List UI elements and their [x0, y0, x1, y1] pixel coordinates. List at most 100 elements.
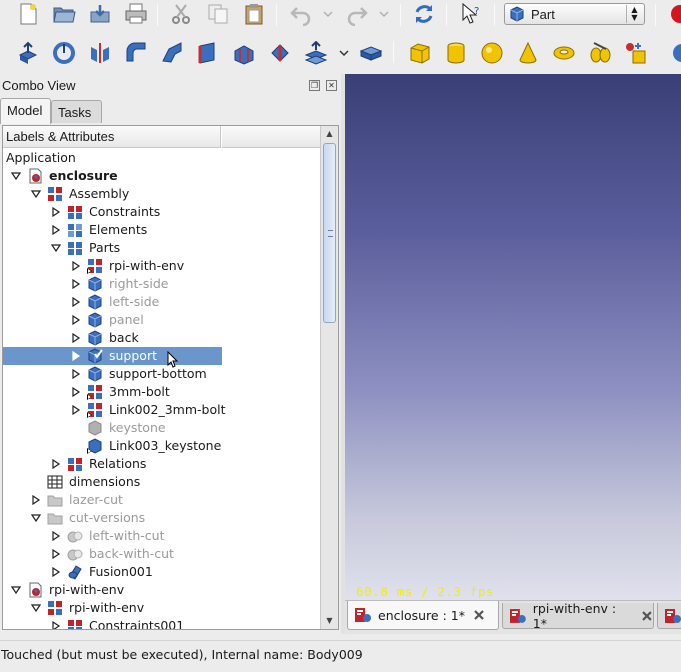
expand-arrow-icon[interactable]: [71, 369, 81, 379]
copy-icon[interactable]: [205, 1, 231, 27]
combo-view-title: Combo View: [2, 78, 76, 93]
close-panel-icon[interactable]: ✕: [326, 80, 337, 91]
tree-scrollbar[interactable]: ▲ ▼: [320, 126, 338, 629]
sphere-primitive-icon[interactable]: [479, 40, 505, 66]
paste-icon[interactable]: [241, 1, 267, 27]
expand-arrow-icon[interactable]: [71, 351, 81, 361]
tree-item[interactable]: support-bottom: [3, 365, 321, 383]
tree-item[interactable]: Link003_keystone: [3, 437, 321, 455]
fillet-icon[interactable]: [123, 40, 149, 66]
redo-icon[interactable]: [344, 1, 370, 27]
open-folder-icon[interactable]: [51, 1, 77, 27]
expand-arrow-icon[interactable]: [71, 315, 81, 325]
cross-section-icon[interactable]: [231, 40, 257, 66]
doc-tab-enclosure[interactable]: enclosure : 1*: [347, 601, 499, 630]
expand-arrow-icon[interactable]: [71, 387, 81, 397]
tree-item[interactable]: lazer-cut: [3, 491, 321, 509]
refresh-icon[interactable]: [411, 1, 437, 27]
tree-item[interactable]: rpi-with-env: [3, 581, 321, 599]
tree-item[interactable]: left-with-cut: [3, 527, 321, 545]
collapse-arrow-icon[interactable]: [31, 189, 41, 199]
print-icon[interactable]: [123, 1, 149, 27]
scroll-up-icon[interactable]: ▲: [322, 127, 337, 141]
tree-column-header[interactable]: Labels & Attributes: [3, 126, 221, 148]
scroll-thumb[interactable]: [323, 143, 336, 323]
offset-dropdown-icon[interactable]: [338, 40, 350, 66]
collapse-arrow-icon[interactable]: [11, 171, 21, 181]
tree-item[interactable]: Relations: [3, 455, 321, 473]
expand-arrow-icon[interactable]: [31, 495, 41, 505]
mirror-icon[interactable]: [87, 40, 113, 66]
close-tab-icon[interactable]: [473, 609, 485, 621]
extrude-icon[interactable]: [15, 40, 41, 66]
doc-tab-rpi-with-env[interactable]: rpi-with-env : 1*: [502, 601, 654, 631]
tree-item[interactable]: Fusion001: [3, 563, 321, 581]
3d-view[interactable]: 60.8 ms / 2.3 fps: [345, 74, 681, 600]
tree-item[interactable]: back: [3, 329, 321, 347]
tree-item[interactable]: left-side: [3, 293, 321, 311]
cone-primitive-icon[interactable]: [515, 40, 541, 66]
tree-item[interactable]: rpi-with-env: [3, 599, 321, 617]
close-tab-icon[interactable]: [641, 610, 653, 622]
revolve-icon[interactable]: [51, 40, 77, 66]
expand-arrow-icon[interactable]: [51, 459, 61, 469]
expand-arrow-icon[interactable]: [71, 279, 81, 289]
primitives-icon[interactable]: [623, 40, 649, 66]
tree-item[interactable]: support: [3, 347, 321, 365]
thickness-icon[interactable]: [358, 40, 384, 66]
new-document-icon[interactable]: [15, 1, 41, 27]
expand-arrow-icon[interactable]: [51, 225, 61, 235]
expand-arrow-icon[interactable]: [51, 567, 61, 577]
doc-tab-overflow[interactable]: [657, 603, 681, 629]
tree-item[interactable]: 3mm-bolt: [3, 383, 321, 401]
expand-arrow-icon[interactable]: [51, 621, 61, 630]
tree-item[interactable]: panel: [3, 311, 321, 329]
expand-arrow-icon[interactable]: [51, 207, 61, 217]
tree-item[interactable]: right-side: [3, 275, 321, 293]
tab-model[interactable]: Model: [0, 98, 51, 124]
tree-item[interactable]: Parts: [3, 239, 321, 257]
float-panel-icon[interactable]: ❐: [309, 80, 320, 91]
expand-arrow-icon[interactable]: [71, 333, 81, 343]
expand-arrow-icon[interactable]: [51, 531, 61, 541]
expand-arrow-icon[interactable]: [71, 261, 81, 271]
collapse-arrow-icon[interactable]: [51, 243, 61, 253]
tree-item[interactable]: rpi-with-env: [3, 257, 321, 275]
tree-item[interactable]: Link002_3mm-bolt: [3, 401, 321, 419]
undo-dropdown-icon[interactable]: [322, 1, 334, 27]
undo-icon[interactable]: [288, 1, 314, 27]
collapse-arrow-icon[interactable]: [31, 513, 41, 523]
expand-arrow-icon[interactable]: [51, 549, 61, 559]
expand-arrow-icon[interactable]: [71, 297, 81, 307]
tab-tasks[interactable]: Tasks: [51, 100, 102, 123]
tube-primitive-icon[interactable]: [587, 40, 613, 66]
chamfer-icon[interactable]: [159, 40, 185, 66]
redo-dropdown-icon[interactable]: [378, 1, 390, 27]
save-icon[interactable]: [87, 1, 113, 27]
section-icon[interactable]: [195, 40, 221, 66]
collapse-arrow-icon[interactable]: [11, 585, 21, 595]
scroll-down-icon[interactable]: ▼: [322, 614, 337, 628]
record-macro-icon[interactable]: [665, 1, 681, 27]
tree-item[interactable]: dimensions: [3, 473, 321, 491]
tree-item[interactable]: cut-versions: [3, 509, 321, 527]
tree-item[interactable]: Application: [3, 149, 321, 167]
tree-item[interactable]: keystone: [3, 419, 321, 437]
expand-arrow-icon[interactable]: [71, 405, 81, 415]
tree-item[interactable]: enclosure: [3, 167, 321, 185]
tree-item[interactable]: back-with-cut: [3, 545, 321, 563]
box-primitive-icon[interactable]: [407, 40, 433, 66]
collapse-arrow-icon[interactable]: [31, 603, 41, 613]
shape-builder-icon[interactable]: [667, 40, 681, 66]
tree-item[interactable]: Elements: [3, 221, 321, 239]
whats-this-icon[interactable]: ?: [458, 1, 484, 27]
torus-primitive-icon[interactable]: [551, 40, 577, 66]
offset-icon[interactable]: [303, 40, 329, 66]
cut-shape-icon[interactable]: [267, 40, 293, 66]
cylinder-primitive-icon[interactable]: [443, 40, 469, 66]
workbench-select[interactable]: Part ▲ ▼: [504, 3, 645, 25]
tree-item[interactable]: Constraints: [3, 203, 321, 221]
tree-item[interactable]: Constraints001: [3, 617, 321, 630]
cut-icon[interactable]: [168, 1, 194, 27]
tree-item[interactable]: Assembly: [3, 185, 321, 203]
